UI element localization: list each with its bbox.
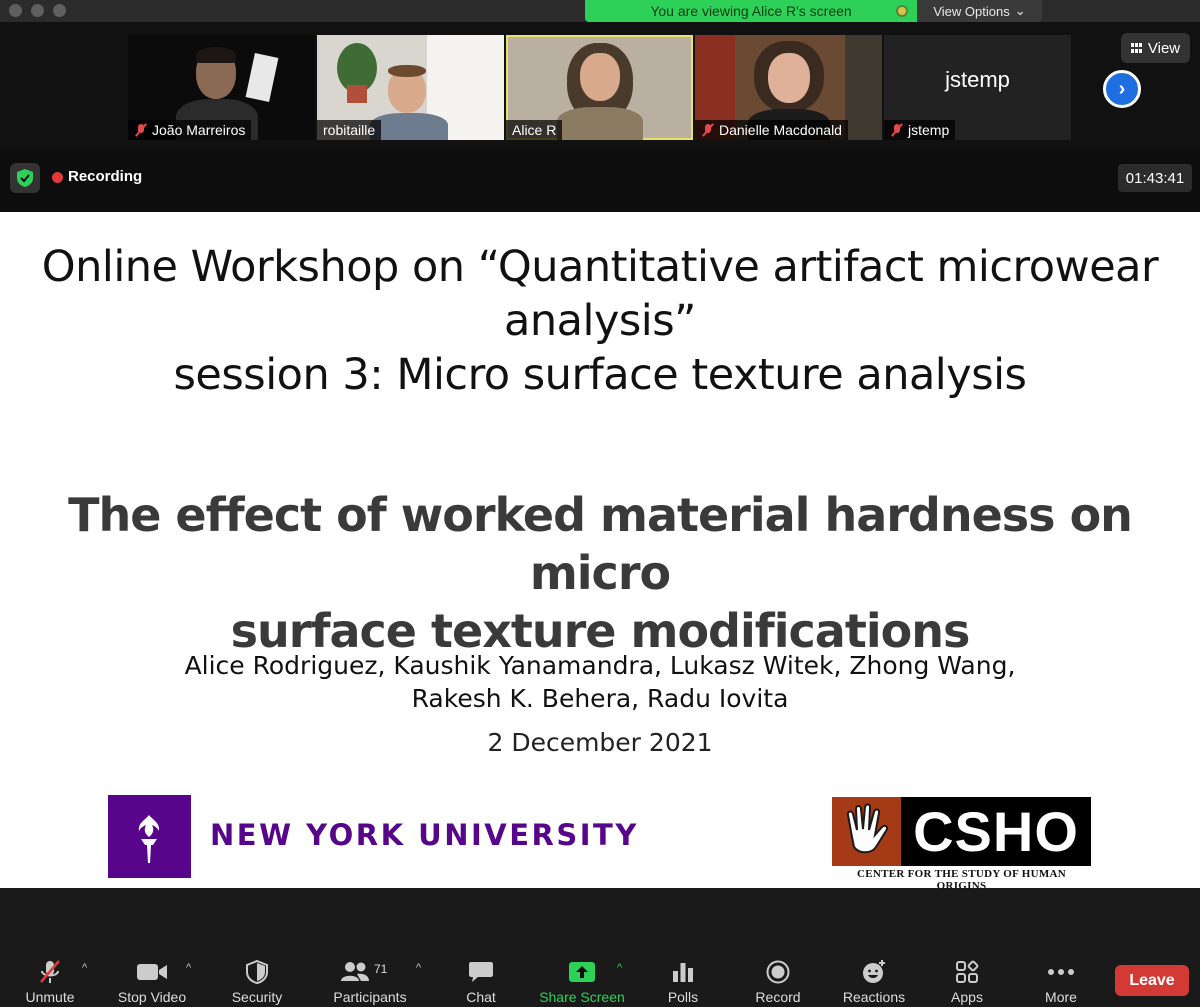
chevron-down-icon: ⌄ [1014,3,1026,18]
share-screen-icon [568,958,596,986]
participant-gallery: João Marreiros robitaille Alice R Daniel… [0,22,1200,150]
participants-label: Participants [333,989,407,1005]
slide-title-line: Online Workshop on “Quantitative artifac… [41,242,1159,292]
minimize-window-button[interactable] [31,4,44,17]
meeting-timer: 01:43:41 [1118,164,1192,192]
participants-count: 71 [374,962,388,976]
participant-tile[interactable]: Danielle Macdonald [695,35,882,140]
slide-authors-line: Alice Rodriguez, Kaushik Yanamandra, Luk… [184,651,1016,680]
title-bar: You are viewing Alice R's screen View Op… [0,0,1200,22]
zoom-window: You are viewing Alice R's screen View Op… [0,0,1200,1007]
stop-video-button[interactable]: Stop Video [113,950,191,1007]
slide-authors-line: Rakesh K. Behera, Radu Iovita [411,684,789,713]
participant-avatar-text: jstemp [945,67,1010,92]
slide-title: Online Workshop on “Quantitative artifac… [40,240,1160,402]
video-camera-icon [136,958,168,986]
participant-tile[interactable]: jstemp jstemp [884,35,1071,140]
participants-options-caret-icon[interactable]: ^ [416,962,421,974]
apps-button[interactable]: Apps [944,950,990,1007]
close-window-button[interactable] [9,4,22,17]
slide-title-line: analysis” [504,296,696,346]
view-button-label: View [1147,39,1181,57]
reactions-label: Reactions [842,989,906,1005]
video-options-caret-icon[interactable]: ^ [186,962,191,974]
csho-logo-text: CSHO [901,797,1091,866]
chat-button[interactable]: Chat [456,950,506,1007]
csho-logo-subtitle: CENTER FOR THE STUDY OF HUMAN ORIGINS [856,868,1067,892]
slide-authors: Alice Rodriguez, Kaushik Yanamandra, Luk… [100,649,1100,715]
unmute-button[interactable]: Unmute [20,950,80,1007]
participant-name-tag: João Marreiros [128,120,252,140]
mic-muted-icon [890,123,904,137]
chat-label: Chat [466,989,496,1005]
slide-heading: The effect of worked material hardness o… [20,486,1180,660]
share-screen-button[interactable]: Share Screen [535,950,629,1007]
mic-muted-icon [701,123,715,137]
grid-view-icon [1130,43,1142,53]
mic-muted-icon [134,123,148,137]
record-button[interactable]: Record [751,950,805,1007]
meeting-controls-toolbar: Unmute ^ Stop Video ^ Security 71 Partic… [0,950,1200,1007]
banner-status-icon [896,5,908,17]
slide-date: 2 December 2021 [487,728,713,757]
encryption-shield-icon[interactable] [10,163,40,193]
chat-bubble-icon [468,958,494,986]
record-label: Record [755,989,801,1005]
leave-meeting-button[interactable]: Leave [1115,965,1189,996]
participant-name: Alice R [512,122,557,138]
participant-tile[interactable]: robitaille [317,35,504,140]
more-button[interactable]: More [1038,950,1084,1007]
apps-label: Apps [951,989,983,1005]
record-icon [766,958,790,986]
view-options-label: View Options [933,3,1010,19]
security-shield-icon [246,958,268,986]
more-label: More [1045,989,1077,1005]
security-label: Security [231,989,283,1005]
meeting-info-bar: Recording 01:43:41 [0,150,1200,212]
view-options-button[interactable]: View Options ⌄ [917,0,1042,22]
shared-screen-slide: Online Workshop on “Quantitative artifac… [0,212,1200,892]
csho-hand-logo-icon [832,797,901,866]
view-button[interactable]: View [1121,33,1190,63]
polls-button[interactable]: Polls [660,950,706,1007]
apps-icon [955,958,979,986]
participant-name-tag: Alice R [506,120,563,140]
next-page-arrow-icon[interactable]: › [1103,70,1141,108]
nyu-torch-logo-icon [108,795,191,878]
stop-video-label: Stop Video [117,989,187,1005]
unmute-label: Unmute [25,989,75,1005]
reactions-smiley-icon [861,958,887,986]
polls-bar-chart-icon [672,958,694,986]
share-options-caret-icon[interactable]: ^ [617,962,622,974]
participant-name: João Marreiros [152,122,246,138]
polls-label: Polls [667,989,699,1005]
participant-name: Danielle Macdonald [719,122,842,138]
participant-tile-active-speaker[interactable]: Alice R [506,35,693,140]
viewing-screen-banner: You are viewing Alice R's screen [585,0,917,22]
more-dots-icon [1047,958,1075,986]
recording-label[interactable]: Recording [68,168,142,185]
share-screen-label: Share Screen [539,989,625,1005]
nyu-logo-text: NEW YORK UNIVERSITY [210,818,639,852]
microphone-muted-icon [36,958,64,986]
participant-tile[interactable]: João Marreiros [128,35,315,140]
viewing-banner-text: You are viewing Alice R's screen [650,3,852,19]
participant-name: robitaille [323,122,376,138]
maximize-window-button[interactable] [53,4,66,17]
security-button[interactable]: Security [226,950,288,1007]
participants-button[interactable]: 71 Participants [328,950,412,1007]
slide-title-line: session 3: Micro surface texture analysi… [173,350,1027,400]
participant-name-tag: robitaille [317,120,382,140]
slide-heading-line: The effect of worked material hardness o… [68,488,1133,600]
participant-name-tag: Danielle Macdonald [695,120,848,140]
audio-options-caret-icon[interactable]: ^ [82,962,87,974]
participant-name-tag: jstemp [884,120,956,140]
participant-name: jstemp [908,122,950,138]
recording-dot-icon [52,172,63,183]
reactions-button[interactable]: Reactions [838,950,910,1007]
participants-icon: 71 [340,958,400,986]
